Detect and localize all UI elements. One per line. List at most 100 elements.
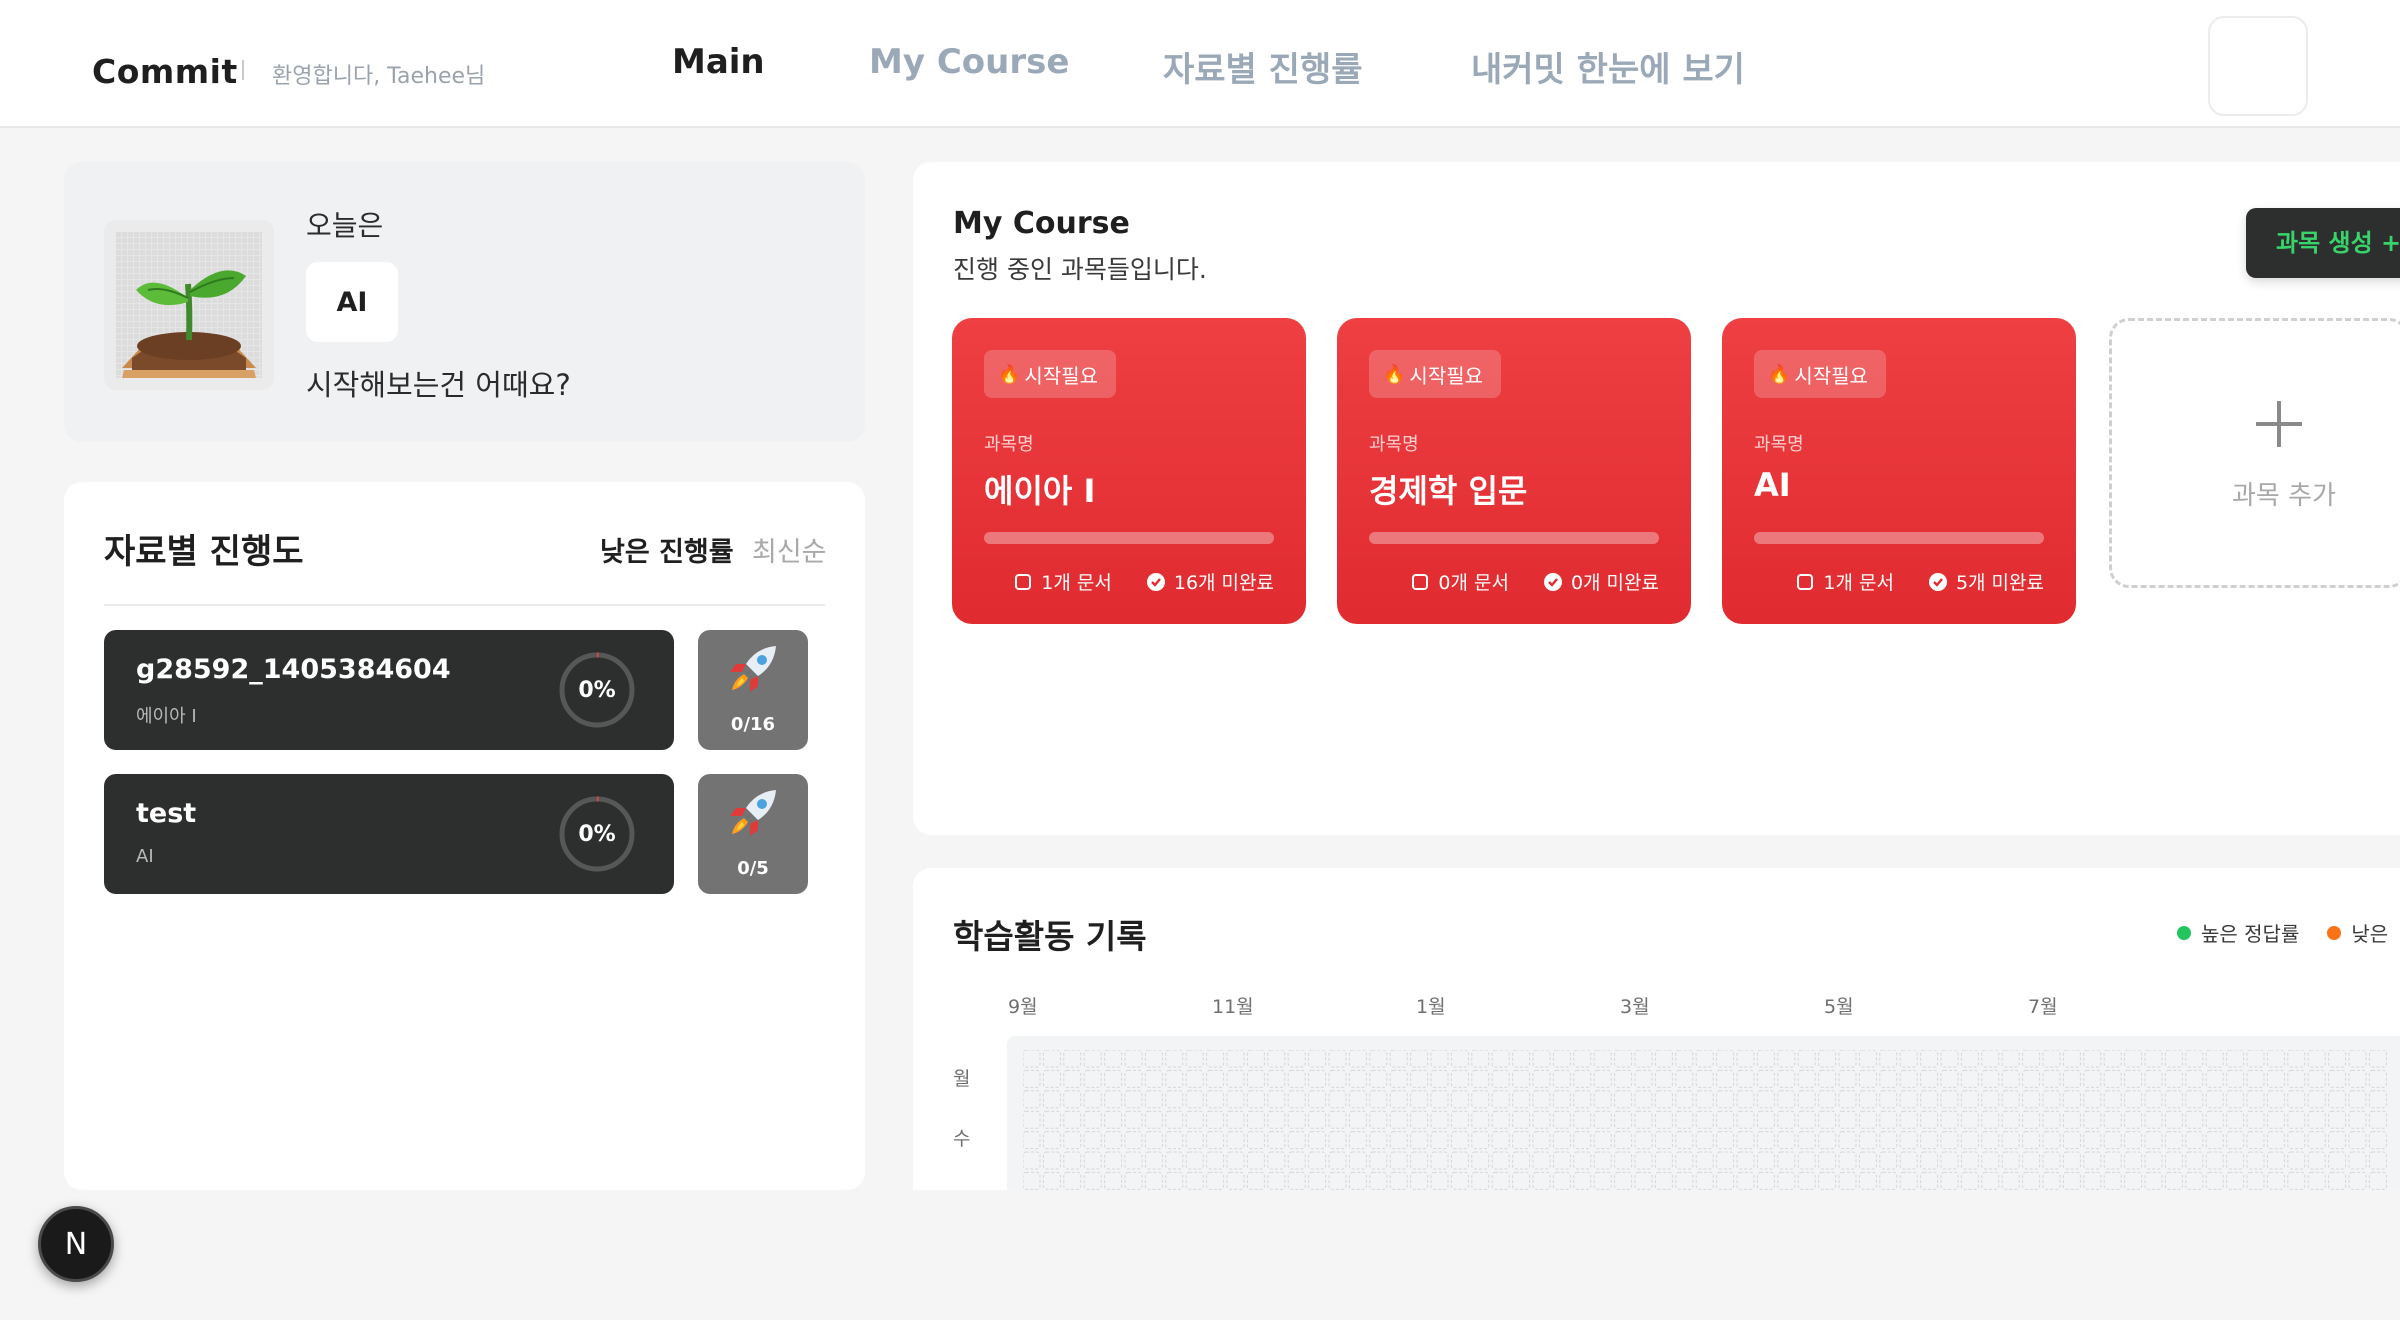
- brand-logo[interactable]: Commit: [92, 52, 238, 91]
- create-course-button[interactable]: 과목 생성 +: [2246, 208, 2400, 278]
- nav-main[interactable]: Main: [672, 42, 765, 82]
- heatmap-cell: [1042, 1171, 1061, 1190]
- profile-button[interactable]: [2208, 16, 2308, 116]
- sort-latest[interactable]: 최신순: [752, 530, 827, 569]
- heatmap-cell: [1083, 1171, 1102, 1190]
- heatmap-cell: [1593, 1090, 1612, 1109]
- material-row[interactable]: test AI 0%: [104, 774, 674, 894]
- heatmap-cell: [1246, 1151, 1265, 1170]
- heatmap-cell: [1818, 1069, 1837, 1088]
- heatmap-cell: [1246, 1171, 1265, 1190]
- fire-icon: 🔥: [1383, 363, 1406, 385]
- progress-percent: 0%: [578, 821, 616, 847]
- heatmap-cell: [1450, 1110, 1469, 1129]
- heatmap-cell: [1552, 1131, 1571, 1150]
- material-start-button[interactable]: 0/5: [698, 774, 808, 894]
- heatmap-cell: [1614, 1151, 1633, 1170]
- heatmap-cell: [2266, 1069, 2285, 1088]
- heatmap-cell: [1981, 1151, 2000, 1170]
- heatmap-cell: [1797, 1090, 1816, 1109]
- heatmap-cell: [1491, 1090, 1510, 1109]
- heatmap-cell: [2185, 1090, 2204, 1109]
- heatmap-cell: [1736, 1069, 1755, 1088]
- add-course-card[interactable]: 과목 추가: [2109, 318, 2400, 588]
- heatmap-cell: [1042, 1110, 1061, 1129]
- next-dev-button[interactable]: N: [38, 1206, 114, 1282]
- heatmap-cell: [1838, 1131, 1857, 1150]
- heatmap-cell: [2185, 1110, 2204, 1129]
- heatmap-cell: [1634, 1050, 1653, 1068]
- heatmap-cell: [1104, 1151, 1123, 1170]
- heatmap-cell: [2287, 1069, 2306, 1088]
- heatmap-cell: [1532, 1110, 1551, 1129]
- heatmap-cell: [1614, 1131, 1633, 1150]
- heatmap-cell: [2124, 1050, 2143, 1068]
- heatmap-cell: [2164, 1171, 2183, 1190]
- heatmap-cell: [2022, 1110, 2041, 1129]
- heatmap-cell: [1206, 1171, 1225, 1190]
- heatmap-cell: [1920, 1090, 1939, 1109]
- heatmap-cell: [2328, 1069, 2347, 1088]
- progress-title: 자료별 진행도: [104, 532, 304, 572]
- heatmap-cell: [1410, 1110, 1429, 1129]
- material-count: 0/5: [737, 858, 769, 879]
- heatmap-cell: [2103, 1131, 2122, 1150]
- nav-my-commits[interactable]: 내커밋 한눈에 보기: [1471, 42, 1745, 91]
- document-icon: [1015, 573, 1032, 590]
- heatmap-cell: [1736, 1110, 1755, 1129]
- heatmap-cell: [1063, 1050, 1082, 1068]
- heatmap-cell: [1450, 1090, 1469, 1109]
- material-row[interactable]: g28592_1405384604 에이아 I 0%: [104, 630, 674, 750]
- sort-low-progress[interactable]: 낮은 진행률: [600, 530, 734, 569]
- heatmap-cell: [1267, 1151, 1286, 1170]
- heatmap-cell: [1287, 1151, 1306, 1170]
- heatmap-cell: [1389, 1131, 1408, 1150]
- month-label: 11월: [1212, 996, 1254, 1018]
- heatmap-cell: [1634, 1090, 1653, 1109]
- heatmap-cell: [2103, 1110, 2122, 1129]
- heatmap-cell: [1838, 1090, 1857, 1109]
- today-course-chip[interactable]: AI: [306, 262, 398, 342]
- course-card[interactable]: 🔥 시작필요 과목명 에이아 I 1개 문서 16개 미완료: [952, 318, 1306, 624]
- heatmap-cell: [2124, 1171, 2143, 1190]
- legend-high-dot: [2177, 925, 2191, 940]
- heatmap-cell: [1328, 1090, 1347, 1109]
- document-icon: [1412, 573, 1429, 590]
- heatmap-cell: [2001, 1050, 2020, 1068]
- status-badge: 🔥 시작필요: [1369, 350, 1502, 398]
- heatmap-cell: [2144, 1131, 2163, 1150]
- nav-my-course[interactable]: My Course: [869, 42, 1069, 82]
- heatmap-cell: [1858, 1171, 1877, 1190]
- heatmap-cell: [2042, 1171, 2061, 1190]
- heatmap-cell: [1369, 1151, 1388, 1170]
- heatmap-cell: [2368, 1069, 2387, 1088]
- nav-material-progress[interactable]: 자료별 진행률: [1163, 42, 1363, 91]
- sprout-icon: [104, 220, 274, 390]
- heatmap-cell: [2164, 1151, 2183, 1170]
- heatmap-cell: [1471, 1110, 1490, 1129]
- heatmap-cell: [1573, 1131, 1592, 1150]
- heatmap-cell: [1879, 1131, 1898, 1150]
- heatmap-cell: [1348, 1090, 1367, 1109]
- check-circle-icon: [1146, 572, 1165, 591]
- heatmap-cell: [1858, 1090, 1877, 1109]
- heatmap-cell: [1165, 1090, 1184, 1109]
- heatmap-cell: [1777, 1151, 1796, 1170]
- heatmap-cell: [2022, 1069, 2041, 1088]
- course-card[interactable]: 🔥 시작필요 과목명 경제학 입문 0개 문서 0개 미완료: [1337, 318, 1691, 624]
- heatmap-cell: [1287, 1131, 1306, 1150]
- activity-title: 학습활동 기록: [953, 917, 1147, 956]
- heatmap-cell: [1389, 1050, 1408, 1068]
- course-card[interactable]: 🔥 시작필요 과목명 AI 1개 문서 5개 미완료: [1722, 318, 2076, 624]
- heatmap-cell: [2022, 1151, 2041, 1170]
- heatmap-cell: [1308, 1131, 1327, 1150]
- rocket-icon: [726, 786, 780, 844]
- heatmap-cell: [1818, 1171, 1837, 1190]
- course-label: 과목명: [984, 434, 1034, 455]
- welcome-text: 환영합니다, Taehee님: [272, 64, 486, 89]
- material-start-button[interactable]: 0/16: [698, 630, 808, 750]
- heatmap-cell: [1328, 1171, 1347, 1190]
- heatmap-cell: [2368, 1110, 2387, 1129]
- heatmap-cell: [1328, 1110, 1347, 1129]
- heatmap-cell: [1940, 1151, 1959, 1170]
